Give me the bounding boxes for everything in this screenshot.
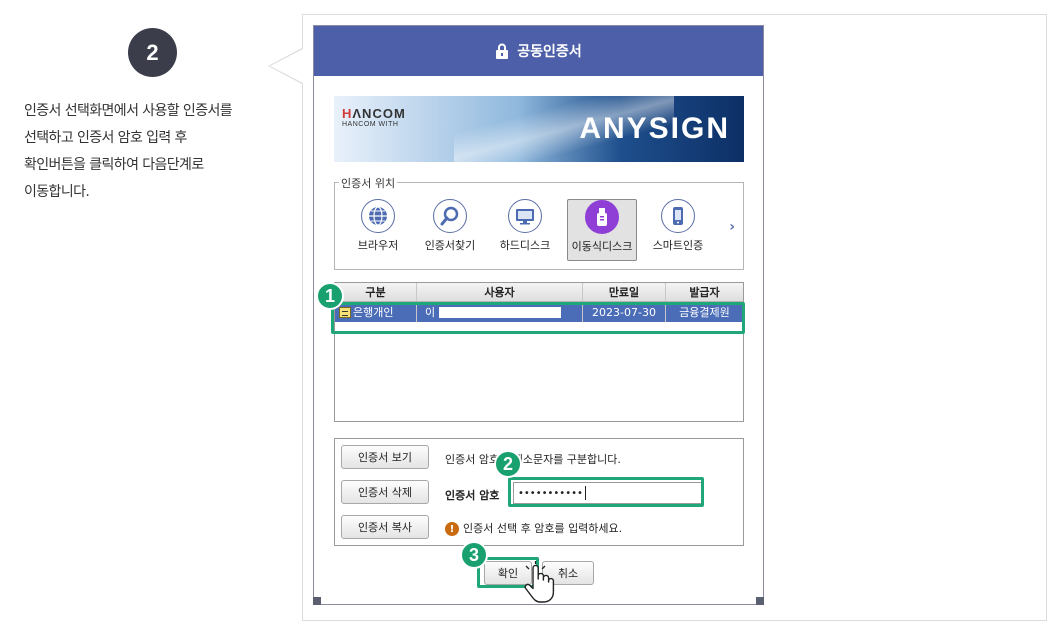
hancom-with-text: HANCOM WITH (342, 121, 399, 128)
lock-icon (496, 43, 509, 59)
password-input[interactable]: ••••••••••• (513, 482, 703, 504)
marker-3: 3 (460, 541, 488, 569)
view-cert-button[interactable]: 인증서 보기 (341, 445, 429, 469)
anysign-banner: HΛNCOM HANCOM WITH ANYSIGN (334, 96, 744, 162)
dialog-titlebar: 공동인증서 (314, 26, 763, 76)
warning-hint: ! 인증서 선택 후 암호를 입력하세요. (445, 520, 622, 536)
marker-1: 1 (316, 282, 344, 310)
panel-pointer-fill (270, 49, 303, 83)
search-icon (433, 199, 467, 233)
password-label: 인증서 암호 (445, 489, 500, 502)
redacted-user-name (439, 306, 562, 318)
step-description: 인증서 선택화면에서 사용할 인증서를 선택하고 인증서 암호 입력 후 확인버… (24, 103, 233, 200)
location-next-arrow[interactable]: › (729, 219, 735, 235)
cert-location-group: 인증서 위치 브라우저 인증서찾기 하드디스크 이동식디스크 스마트인증 › (334, 175, 744, 270)
location-label: 브라우저 (357, 239, 399, 252)
smartphone-icon (661, 199, 695, 233)
globe-icon (361, 199, 395, 233)
monitor-icon (508, 199, 542, 233)
location-label: 이동식디스크 (571, 240, 633, 253)
step-number: 2 (146, 39, 159, 65)
hancom-logo: HΛNCOM (342, 106, 406, 121)
password-value: ••••••••••• (518, 487, 583, 499)
cell-user-text: 이 (425, 306, 436, 319)
col-user-header[interactable]: 사용자 (417, 283, 583, 301)
cert-actions-box: 인증서 보기 인증서 암호는 대소문자를 구분합니다. 인증서 삭제 인증서 암… (334, 438, 744, 546)
certificate-dialog: 공동인증서 HΛNCOM HANCOM WITH ANYSIGN 인증서 위치 … (313, 25, 764, 605)
cert-location-legend: 인증서 위치 (339, 175, 398, 191)
usb-icon (585, 200, 619, 234)
table-row[interactable]: 은행개인 이 2023-07-30 금융결제원 (335, 302, 743, 323)
location-label: 하드디스크 (499, 239, 551, 252)
location-hard-disk[interactable]: 하드디스크 (490, 199, 560, 261)
location-label: 인증서찾기 (424, 239, 476, 252)
col-expiry-header[interactable]: 만료일 (583, 283, 666, 301)
hand-cursor-icon (524, 561, 555, 603)
case-sensitive-hint: 인증서 암호는 대소문자를 구분합니다. (445, 453, 621, 466)
location-removable-disk[interactable]: 이동식디스크 (567, 199, 637, 261)
location-label: 스마트인증 (652, 239, 704, 252)
warning-icon: ! (445, 522, 459, 536)
marker-2: 2 (494, 450, 522, 478)
cell-type-text: 은행개인 (353, 306, 394, 319)
dialog-corner-left (313, 597, 321, 605)
certificate-table: 구분 사용자 만료일 발급자 은행개인 이 2023-07-30 금융결제원 (334, 282, 744, 422)
col-issuer-header[interactable]: 발급자 (666, 283, 743, 301)
certificate-icon (339, 306, 351, 318)
cell-expiry: 2023-07-30 (583, 302, 666, 322)
cell-type: 은행개인 (335, 302, 417, 322)
cell-user: 이 (417, 302, 583, 322)
col-type-header[interactable]: 구분 (335, 283, 417, 301)
delete-cert-button[interactable]: 인증서 삭제 (341, 480, 429, 504)
step-number-circle: 2 (128, 28, 177, 77)
anysign-logo: ANYSIGN (579, 112, 730, 145)
location-smart-cert[interactable]: 스마트인증 (643, 199, 713, 261)
dialog-corner-right (756, 597, 764, 605)
table-header: 구분 사용자 만료일 발급자 (335, 283, 743, 302)
warning-text: 인증서 선택 후 암호를 입력하세요. (463, 522, 623, 535)
copy-cert-button[interactable]: 인증서 복사 (341, 515, 429, 539)
dialog-title: 공동인증서 (517, 44, 582, 60)
cell-issuer: 금융결제원 (679, 306, 730, 319)
location-browser[interactable]: 브라우저 (343, 199, 413, 261)
location-find-cert[interactable]: 인증서찾기 (415, 199, 485, 261)
